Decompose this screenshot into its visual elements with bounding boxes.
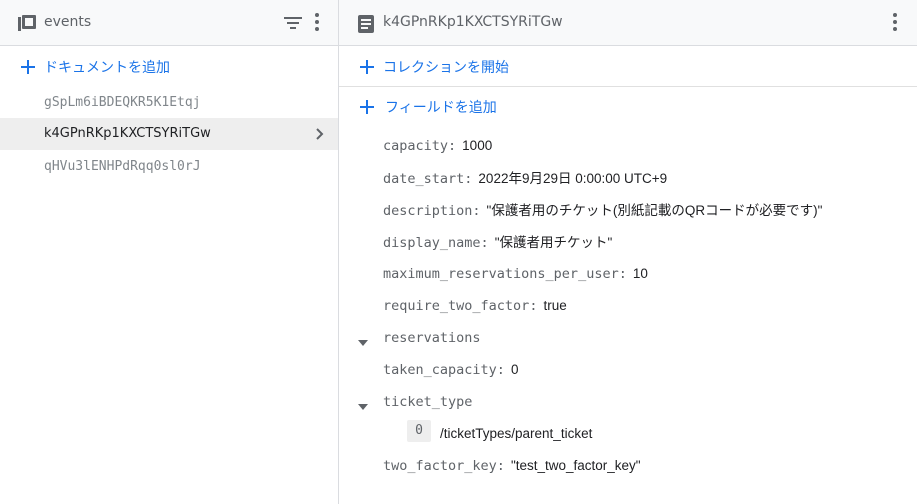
plus-icon xyxy=(360,59,374,78)
collection-icon xyxy=(18,15,36,37)
plus-icon xyxy=(360,99,374,118)
field-key: taken_capacity xyxy=(383,362,497,378)
field-taken-capacity[interactable]: taken_capacity: 0 xyxy=(383,359,518,381)
document-id: gSpLm6iBDEQKR5K1Etqj xyxy=(44,95,201,110)
field-reservations[interactable]: reservations xyxy=(383,327,481,349)
document-list-item[interactable]: gSpLm6iBDEQKR5K1Etqj xyxy=(0,87,338,119)
add-document-button[interactable]: ドキュメントを追加 xyxy=(0,46,338,86)
field-description[interactable]: description: "保護者用のチケット(別紙記載のQRコードが必要です)" xyxy=(383,199,822,221)
document-icon xyxy=(358,15,374,37)
more-options-icon[interactable] xyxy=(315,13,319,35)
field-key: date_start xyxy=(383,171,465,187)
document-title: k4GPnRKp1KXCTSYRiTGw xyxy=(383,14,563,30)
field-require-two-factor[interactable]: require_two_factor: true xyxy=(383,295,567,317)
field-display-name[interactable]: display_name: "保護者用チケット" xyxy=(383,231,612,253)
document-id: qHVu3lENHPdRqq0sl0rJ xyxy=(44,159,201,174)
array-index-badge: 0 xyxy=(407,420,431,442)
document-id: k4GPnRKp1KXCTSYRiTGw xyxy=(44,126,211,141)
field-value: "test_two_factor_key" xyxy=(510,458,641,473)
field-key: display_name xyxy=(383,235,481,251)
field-value: true xyxy=(543,298,567,313)
field-key: description xyxy=(383,203,473,219)
collection-title: events xyxy=(44,14,92,30)
field-value: "保護者用チケット" xyxy=(494,235,613,250)
field-ticket-type[interactable]: ticket_type xyxy=(383,391,472,413)
collection-panel: events ドキュメントを追加 gSpLm6iBDEQKR5K1Etqj k4… xyxy=(0,0,339,504)
expand-triangle-icon[interactable] xyxy=(358,331,368,350)
field-capacity[interactable]: capacity: 1000 xyxy=(383,135,492,157)
field-value: 0 xyxy=(510,362,519,377)
field-key: maximum_reservations_per_user xyxy=(383,266,619,282)
field-value: 10 xyxy=(632,266,648,281)
document-list-item[interactable]: qHVu3lENHPdRqq0sl0rJ xyxy=(0,151,338,183)
document-header: k4GPnRKp1KXCTSYRiTGw xyxy=(339,0,917,46)
field-key: require_two_factor xyxy=(383,298,530,314)
collection-header: events xyxy=(0,0,338,46)
more-options-icon[interactable] xyxy=(893,13,897,35)
chevron-right-icon xyxy=(316,128,324,144)
field-value: 2022年9月29日 0:00:00 UTC+9 xyxy=(478,171,668,186)
start-collection-label: コレクションを開始 xyxy=(383,60,509,76)
field-date-start[interactable]: date_start: 2022年9月29日 0:00:00 UTC+9 xyxy=(383,167,667,189)
field-key: ticket_type xyxy=(383,394,473,410)
start-collection-button[interactable]: コレクションを開始 xyxy=(339,46,917,86)
field-maximum-reservations-per-user[interactable]: maximum_reservations_per_user: 10 xyxy=(383,263,648,285)
array-item-ticket-type[interactable]: /ticketTypes/parent_ticket xyxy=(440,423,592,445)
field-two-factor-key[interactable]: two_factor_key: "test_two_factor_key" xyxy=(383,455,641,477)
field-value: 1000 xyxy=(462,138,493,153)
field-value: "保護者用のチケット(別紙記載のQRコードが必要です)" xyxy=(486,203,823,218)
field-key: two_factor_key xyxy=(383,458,497,474)
add-field-label: フィールドを追加 xyxy=(385,100,497,116)
field-key: reservations xyxy=(383,330,481,346)
field-key: capacity xyxy=(383,138,449,154)
add-document-label: ドキュメントを追加 xyxy=(44,60,170,76)
add-field-button[interactable]: フィールドを追加 xyxy=(339,87,917,127)
field-value: /ticketTypes/parent_ticket xyxy=(440,426,593,441)
document-list-item-selected[interactable]: k4GPnRKp1KXCTSYRiTGw xyxy=(0,118,338,150)
plus-icon xyxy=(21,59,35,78)
expand-triangle-icon[interactable] xyxy=(358,395,368,414)
filter-icon[interactable] xyxy=(284,15,302,34)
